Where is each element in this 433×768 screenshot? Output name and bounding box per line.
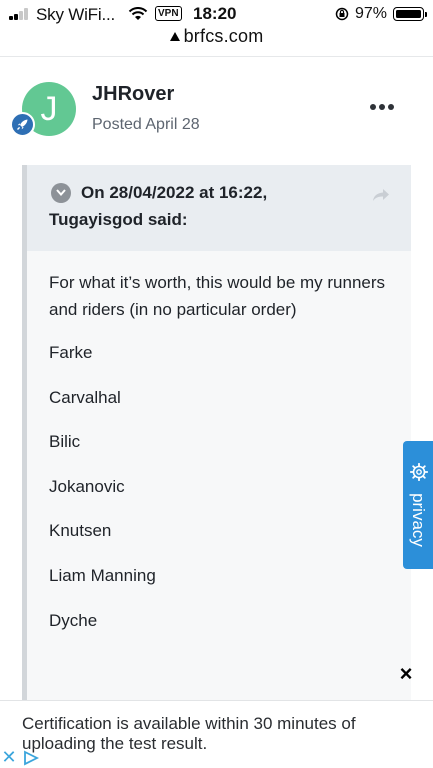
quote-body: For what it’s worth, this would be my ru… — [49, 269, 399, 630]
clock: 18:20 — [193, 4, 237, 23]
quote-intro: For what it’s worth, this would be my ru… — [49, 273, 386, 319]
wifi-icon — [128, 7, 148, 20]
quote-block: On 28/04/2022 at 16:22, Tugayisgod said:… — [22, 165, 411, 725]
adchoices-icon[interactable] — [22, 750, 40, 766]
quote-attribution: On 28/04/2022 at 16:22, — [81, 183, 268, 202]
go-to-quoted-post-icon[interactable] — [371, 187, 391, 203]
close-ad-button[interactable]: × — [396, 663, 416, 685]
list-item: Knutsen — [49, 521, 112, 540]
vpn-badge: VPN — [155, 6, 182, 21]
quote-header: On 28/04/2022 at 16:22, Tugayisgod said: — [27, 165, 411, 251]
collapse-quote-button[interactable] — [51, 183, 71, 203]
author-name[interactable]: JHRover — [92, 83, 174, 106]
close-icon[interactable]: ✕ — [0, 748, 18, 766]
ad-text[interactable]: Certification is available within 30 min… — [22, 714, 402, 754]
quote-author-link[interactable]: Tugayisgod said: — [49, 210, 188, 230]
ad-choices[interactable]: ✕ — [0, 748, 42, 768]
rocket-icon — [17, 119, 28, 130]
more-options-button[interactable] — [370, 100, 396, 114]
carrier-name: Sky WiFi... — [36, 5, 116, 24]
privacy-label[interactable]: privacy — [408, 493, 428, 547]
list-item: Bilic — [49, 432, 81, 451]
gear-icon — [410, 463, 428, 481]
address-bar[interactable]: brfcs.com — [0, 26, 433, 52]
url-text: brfcs.com — [183, 26, 264, 46]
list-item: Dyche — [49, 611, 98, 630]
list-item: Carvalhal — [49, 388, 121, 407]
signal-strength-icon — [9, 8, 33, 20]
rank-badge — [10, 112, 35, 137]
secure-lock-icon — [169, 32, 180, 41]
list-item: Liam Manning — [49, 566, 156, 585]
list-item: Jokanovic — [49, 477, 125, 496]
divider — [0, 56, 433, 57]
battery-icon — [393, 7, 427, 21]
list-item: Farke — [49, 343, 93, 362]
orientation-lock-icon — [335, 7, 349, 21]
chevron-down-icon — [56, 189, 66, 196]
post-date[interactable]: Posted April 28 — [92, 116, 200, 134]
status-bar: Sky WiFi... VPN 18:20 97% — [0, 0, 433, 28]
battery-percentage: 97% — [355, 5, 388, 22]
